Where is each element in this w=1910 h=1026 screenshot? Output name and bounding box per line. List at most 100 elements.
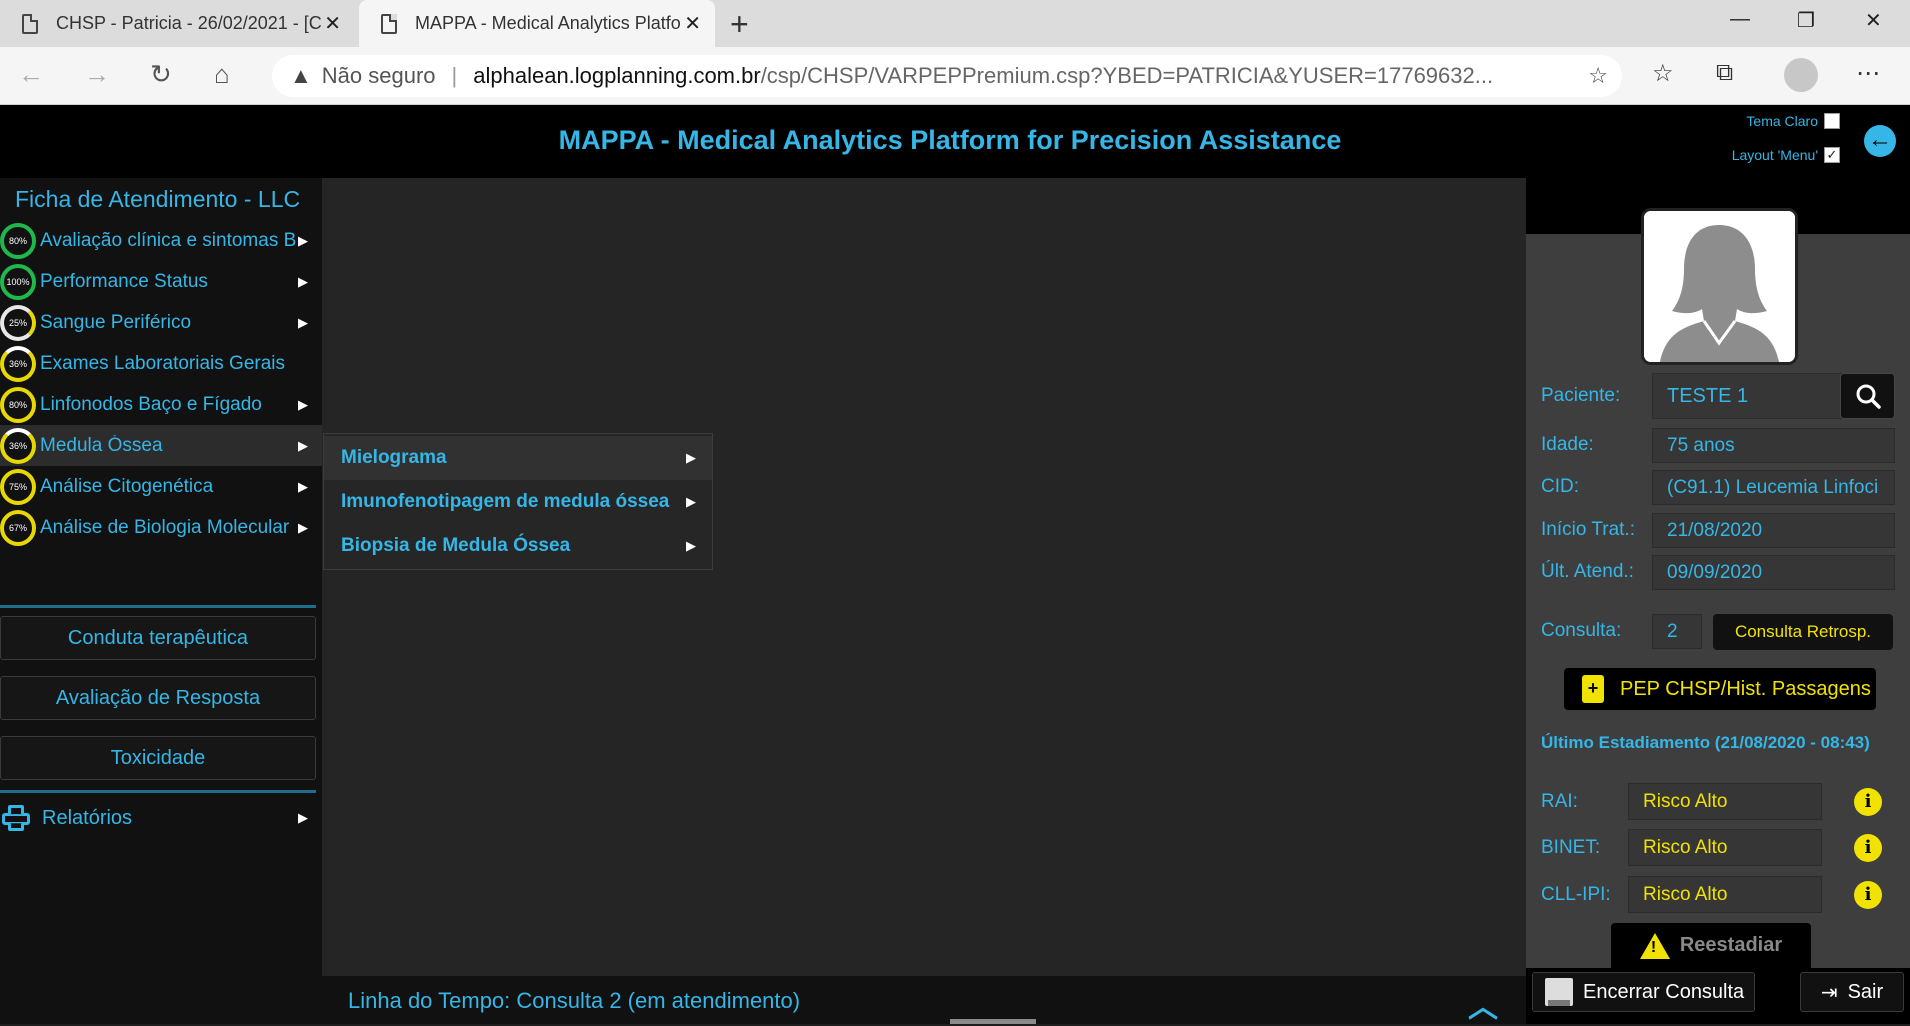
patient-photo — [1641, 208, 1798, 365]
caret-right-icon: ▶ — [686, 450, 696, 465]
sidebar-item-sangue-periferico[interactable]: 25% Sangue Periférico ▶ — [0, 302, 322, 343]
submenu-item-label: Mielograma — [341, 447, 447, 468]
layout-menu-label: Layout 'Menu' — [1731, 147, 1818, 163]
caret-right-icon: ▶ — [686, 494, 696, 509]
restore-icon[interactable]: ❐ — [1797, 8, 1815, 33]
sidebar-item-exames-laboratoriais[interactable]: 36% Exames Laboratoriais Gerais — [0, 343, 322, 384]
tab-title: CHSP - Patricia - 26/02/2021 - [C — [56, 13, 321, 33]
pep-history-button[interactable]: + PEP CHSP/Hist. Passagens — [1564, 668, 1876, 710]
info-icon[interactable]: i — [1854, 834, 1882, 862]
close-tab-icon[interactable]: ✕ — [684, 11, 701, 36]
layout-menu-option[interactable]: Layout 'Menu' ✓ — [1732, 147, 1840, 163]
end-consult-button[interactable]: Encerrar Consulta — [1532, 972, 1755, 1012]
staging-title: Último Estadiamento (21/08/2020 - 08:43) — [1541, 733, 1870, 752]
pep-button-label: PEP CHSP/Hist. Passagens — [1620, 677, 1871, 700]
age-field: 75 anos — [1652, 428, 1895, 463]
door-icon — [1545, 978, 1573, 1006]
light-theme-checkbox[interactable] — [1824, 113, 1840, 129]
binet-value: Risco Alto — [1628, 829, 1822, 866]
submenu-item-mielograma[interactable]: Mielograma ▶ — [324, 436, 712, 480]
therapy-button[interactable]: Conduta terapêutica — [0, 616, 316, 660]
forward-icon[interactable]: → — [84, 59, 110, 90]
retrospective-consult-button[interactable]: Consulta Retrosp. — [1713, 614, 1893, 650]
warning-triangle-icon: ! — [1639, 932, 1670, 959]
progress-gauge: 36% — [0, 427, 36, 464]
url-field[interactable]: ▲ Não seguro | alphalean.logplanning.com… — [272, 55, 1622, 97]
add-favorite-icon[interactable]: ☆ — [1588, 63, 1608, 89]
search-button[interactable] — [1840, 373, 1895, 419]
sidebar-item-label: Análise de Biologia Molecular — [40, 516, 290, 538]
profile-avatar[interactable] — [1784, 58, 1818, 92]
last-visit-label: Últ. Atend.: — [1541, 561, 1634, 582]
last-visit-field: 09/09/2020 — [1652, 555, 1895, 590]
browser-tab-bar: CHSP - Patricia - 26/02/2021 - [C ✕ MAPP… — [0, 0, 1910, 47]
patient-silhouette-icon — [1644, 211, 1795, 362]
sidebar-item-performance-status[interactable]: 100% Performance Status ▶ — [0, 261, 322, 302]
reports-menu-item[interactable]: Relatórios ▶ — [0, 796, 322, 840]
sidebar-item-label: Linfonodos Baço e Fígado — [40, 393, 262, 415]
sidebar-item-label: Sangue Periférico — [40, 311, 192, 333]
reload-icon[interactable]: ↻ — [150, 59, 172, 90]
minimize-icon[interactable]: — — [1730, 8, 1750, 31]
sidebar-item-label: Medula Óssea — [40, 434, 163, 456]
layout-menu-checkbox[interactable]: ✓ — [1824, 147, 1840, 163]
response-button[interactable]: Avaliação de Resposta — [0, 676, 316, 720]
url-host: alphalean.logplanning.com.br — [473, 63, 761, 88]
cid-field: (C91.1) Leucemia Linfoci — [1652, 470, 1895, 505]
caret-right-icon: ▶ — [298, 810, 308, 825]
chevron-up-icon[interactable]: ︿ — [1468, 982, 1498, 1026]
sidebar-item-medula-ossea[interactable]: 36% Medula Óssea ▶ — [0, 425, 322, 466]
caret-right-icon: ▶ — [686, 538, 696, 553]
close-window-icon[interactable]: ✕ — [1865, 8, 1882, 33]
sidebar-item-linfonodos[interactable]: 80% Linfonodos Baço e Fígado ▶ — [0, 384, 322, 425]
app-title: MAPPA - Medical Analytics Platform for P… — [558, 125, 1342, 155]
caret-right-icon: ▶ — [298, 396, 308, 412]
page-icon — [381, 13, 397, 34]
collections-icon[interactable]: ⧉ — [1716, 59, 1733, 87]
submenu-item-biopsia[interactable]: Biopsia de Medula Óssea ▶ — [324, 524, 712, 568]
restage-label: Reestadiar — [1679, 934, 1783, 956]
browser-tab-chsp[interactable]: CHSP - Patricia - 26/02/2021 - [C ✕ — [0, 0, 355, 47]
back-icon[interactable]: ← — [18, 59, 44, 90]
printer-icon — [2, 805, 30, 831]
close-tab-icon[interactable]: ✕ — [324, 11, 341, 36]
progress-gauge: 100% — [0, 263, 36, 300]
sidebar-item-label: Performance Status — [40, 270, 208, 292]
exit-label: Sair — [1847, 980, 1884, 1003]
exit-button[interactable]: ⇥ Sair — [1800, 972, 1904, 1012]
horizontal-scrollbar[interactable] — [950, 1019, 1036, 1024]
sidebar-item-label: Exames Laboratoriais Gerais — [40, 352, 285, 374]
info-icon[interactable]: i — [1854, 881, 1882, 909]
browser-tab-mappa[interactable]: MAPPA - Medical Analytics Platfo ✕ — [359, 0, 715, 47]
restage-button[interactable]: ! Reestadiar — [1611, 923, 1811, 968]
caret-right-icon: ▶ — [298, 437, 308, 453]
timeline-bar[interactable]: Linha do Tempo: Consulta 2 (em atendimen… — [322, 976, 1526, 1024]
progress-gauge: 75% — [0, 468, 36, 505]
rai-label: RAI: — [1541, 791, 1578, 812]
patient-name-field[interactable]: TESTE 1 — [1652, 373, 1842, 419]
caret-right-icon: ▶ — [298, 314, 308, 330]
sidebar-item-citogenetica[interactable]: 75% Análise Citogenética ▶ — [0, 466, 322, 507]
sidebar-item-avaliacao-clinica[interactable]: 80% Avaliação clínica e sintomas B ▶ — [0, 220, 322, 261]
cll-ipi-value: Risco Alto — [1628, 876, 1822, 913]
rai-value: Risco Alto — [1628, 783, 1822, 820]
new-tab-icon[interactable]: + — [730, 6, 749, 43]
reports-label: Relatórios — [42, 806, 133, 829]
favorites-icon[interactable]: ☆ — [1652, 59, 1674, 88]
warning-icon: ▲ — [290, 63, 312, 88]
toxicity-button[interactable]: Toxicidade — [0, 736, 316, 780]
submenu-item-imunofenotipagem[interactable]: Imunofenotipagem de medula óssea ▶ — [324, 480, 712, 524]
sidebar-item-biologia-molecular[interactable]: 67% Análise de Biologia Molecular ▶ — [0, 507, 322, 548]
caret-right-icon: ▶ — [298, 273, 308, 289]
url-path: /csp/CHSP/VARPEPPremium.csp?YBED=PATRICI… — [760, 63, 1494, 88]
progress-gauge: 67% — [0, 509, 36, 546]
back-arrow-icon[interactable]: ← — [1864, 125, 1896, 157]
light-theme-option[interactable]: Tema Claro — [1746, 113, 1840, 129]
more-menu-icon[interactable]: ⋯ — [1856, 59, 1880, 88]
home-icon[interactable]: ⌂ — [214, 59, 230, 90]
submenu-item-label: Imunofenotipagem de medula óssea — [341, 491, 670, 512]
info-icon[interactable]: i — [1854, 788, 1882, 816]
binet-label: BINET: — [1541, 837, 1601, 858]
cll-ipi-label: CLL-IPI: — [1541, 884, 1611, 905]
